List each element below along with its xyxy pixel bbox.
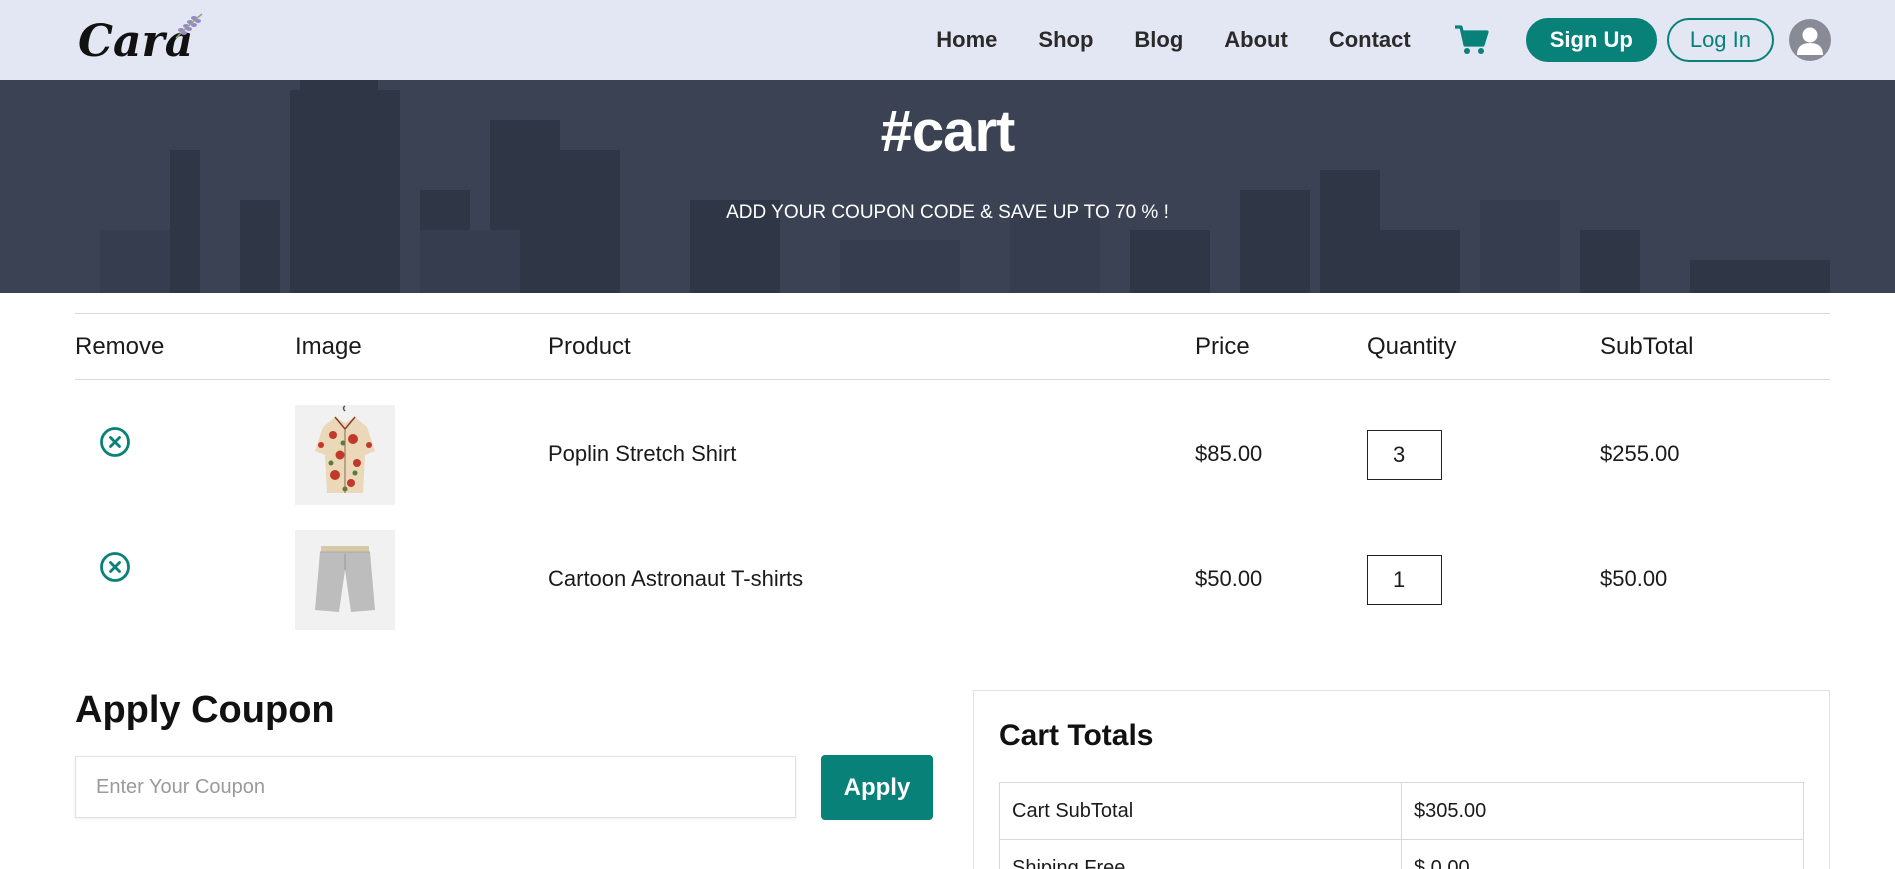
nav-home[interactable]: Home <box>936 27 997 53</box>
totals-row-shipping: Shiping Free $ 0.00 <box>999 839 1804 869</box>
cart-totals-table: Cart SubTotal $305.00 Shiping Free $ 0.0… <box>999 782 1804 869</box>
nav-blog[interactable]: Blog <box>1134 27 1183 53</box>
cart-link[interactable] <box>1452 20 1492 60</box>
cart-totals-panel: Cart Totals Cart SubTotal $305.00 Shipin… <box>973 690 1830 869</box>
nav-shop[interactable]: Shop <box>1038 27 1093 53</box>
cart-totals-title: Cart Totals <box>999 719 1154 752</box>
header-subtotal: SubTotal <box>1600 333 1694 360</box>
cara-logo[interactable]: Cara <box>76 8 206 68</box>
svg-text:Cara: Cara <box>78 16 193 67</box>
header-price: Price <box>1195 333 1250 360</box>
totals-row-subtotal: Cart SubTotal $305.00 <box>999 782 1804 840</box>
remove-item-icon[interactable] <box>99 426 131 458</box>
totals-label: Cart SubTotal <box>999 782 1402 840</box>
header-remove: Remove <box>75 333 165 360</box>
header-image: Image <box>295 333 362 360</box>
apply-coupon-button[interactable]: Apply <box>821 755 933 820</box>
product-price: $50.00 <box>1195 566 1263 591</box>
cart-icon <box>1454 25 1489 54</box>
grey-shorts-icon <box>295 530 395 630</box>
coupon-title: Apply Coupon <box>75 689 335 731</box>
floral-shirt-image <box>295 405 395 505</box>
header-quantity: Quantity <box>1367 333 1457 360</box>
product-price: $85.00 <box>1195 441 1263 466</box>
coupon-input[interactable] <box>75 756 796 818</box>
product-name: Poplin Stretch Shirt <box>548 441 737 466</box>
nav-about[interactable]: About <box>1224 27 1288 53</box>
hero-subtitle: ADD YOUR COUPON CODE & SAVE UP TO 70 % ! <box>726 202 1169 223</box>
remove-item-icon[interactable] <box>99 551 131 583</box>
quantity-input[interactable]: 3 <box>1367 430 1442 480</box>
grey-shorts-image <box>295 530 395 630</box>
header-product: Product <box>548 333 631 360</box>
login-button[interactable]: Log In <box>1666 18 1774 62</box>
site-header: Cara Home Shop Blog About Contact Sign U… <box>0 0 1895 80</box>
user-avatar-icon[interactable] <box>1789 19 1831 61</box>
user-silhouette-icon <box>1797 27 1823 55</box>
totals-label: Shiping Free <box>999 839 1402 869</box>
totals-value: $305.00 <box>1401 782 1804 840</box>
nav-contact[interactable]: Contact <box>1329 27 1411 53</box>
main-nav: Home Shop Blog About Contact Sign Up Log… <box>936 0 1895 80</box>
product-subtotal: $50.00 <box>1600 566 1668 591</box>
totals-value: $ 0.00 <box>1401 839 1804 869</box>
table-top-border <box>75 313 1830 314</box>
page-title: #cart <box>880 99 1016 164</box>
signup-button[interactable]: Sign Up <box>1525 18 1657 62</box>
floral-shirt-icon <box>295 405 395 505</box>
header-bottom-border <box>75 379 1830 380</box>
product-name: Cartoon Astronaut T-shirts <box>548 566 804 591</box>
quantity-input[interactable]: 1 <box>1367 555 1442 605</box>
product-subtotal: $255.00 <box>1600 441 1680 466</box>
hero-banner: #cart ADD YOUR COUPON CODE & SAVE UP TO … <box>0 80 1895 293</box>
